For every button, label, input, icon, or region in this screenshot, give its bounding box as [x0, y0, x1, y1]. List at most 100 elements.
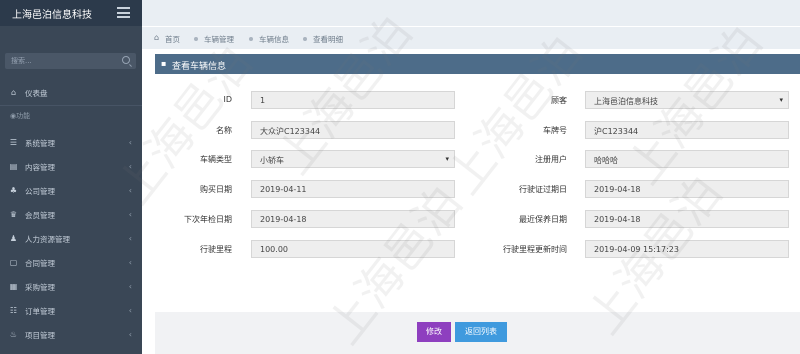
field-value: 上海邑泊信息科技: [594, 97, 658, 106]
chevron-left-icon: ‹: [128, 282, 132, 291]
contract-icon: ▢: [9, 258, 18, 267]
sidebar-divider: [0, 105, 142, 106]
label-license-expiry: 行驶证过期日: [519, 185, 567, 194]
content-icon: ▤: [9, 162, 18, 171]
sidebar-item-label: 人力资源管理: [25, 235, 70, 244]
sidebar-item-label: 仪表盘: [25, 89, 48, 98]
breadcrumb-separator: [303, 37, 307, 41]
field-registered-user: 哈哈哈: [585, 150, 789, 168]
brand-title: 上海邑泊信息科技: [12, 10, 92, 21]
label-plate: 车牌号: [543, 126, 567, 135]
select-customer[interactable]: 上海邑泊信息科技 ▾: [585, 91, 789, 109]
sidebar-item-label: 内容管理: [25, 163, 55, 172]
label-customer: 顾客: [551, 96, 567, 105]
label-registered-user: 注册用户: [535, 155, 567, 164]
chevron-left-icon: ‹: [128, 210, 132, 219]
breadcrumb-separator: [249, 37, 253, 41]
label-next-inspection: 下次年检日期: [184, 215, 232, 224]
sidebar-search-input[interactable]: 搜索...: [5, 53, 136, 69]
breadcrumb-item-vehicle-info[interactable]: 车辆信息: [259, 34, 289, 45]
sidebar-item-project[interactable]: ♨ 项目管理 ‹: [0, 323, 142, 347]
sidebar-item-label: 公司管理: [25, 187, 55, 196]
breadcrumb-separator: [194, 37, 198, 41]
field-mileage-updated: 2019-04-09 15:17:23: [585, 240, 789, 258]
breadcrumb-item-vehicle-mgmt[interactable]: 车辆管理: [204, 34, 234, 45]
chevron-left-icon: ‹: [128, 258, 132, 267]
member-icon: ♛: [9, 210, 18, 219]
sidebar-item-label: 采购管理: [25, 283, 55, 292]
people-icon: ♟: [9, 234, 18, 243]
field-value: 2019-04-18: [594, 215, 641, 224]
home-icon: ⌂: [10, 88, 17, 97]
sidebar-item-label: 项目管理: [25, 331, 55, 340]
label-last-maintenance: 最近保养日期: [519, 215, 567, 224]
breadcrumb: ⌂ 首页 车辆管理 车辆信息 查看明细: [142, 27, 800, 49]
sidebar-item-purchase[interactable]: ▦ 采购管理 ‹: [0, 275, 142, 299]
chevron-left-icon: ‹: [128, 162, 132, 171]
sidebar-item-label: 合同管理: [25, 259, 55, 268]
sidebar-item-content[interactable]: ▤ 内容管理 ‹: [0, 155, 142, 179]
sidebar: 搜索... ⌂ 仪表盘 ◉功能 ☰ 系统管理 ‹ ▤ 内容管理 ‹ ♣ 公司管理…: [0, 26, 142, 354]
sidebar-item-member[interactable]: ♛ 会员管理 ‹: [0, 203, 142, 227]
chevron-left-icon: ‹: [128, 234, 132, 243]
project-icon: ♨: [9, 330, 18, 339]
chevron-down-icon: ▾: [779, 96, 783, 104]
label-id: ID: [223, 95, 232, 104]
field-purchase-date: 2019-04-11: [251, 180, 455, 198]
label-name: 名称: [216, 126, 232, 135]
breadcrumb-item-home[interactable]: 首页: [165, 34, 180, 45]
select-vehicle-type[interactable]: 小轿车 ▾: [251, 150, 455, 168]
panel-header: ▪ 查看车辆信息: [155, 54, 800, 74]
purchase-icon: ▦: [9, 282, 18, 291]
field-value: 沪C123344: [594, 127, 639, 136]
home-icon[interactable]: ⌂: [154, 34, 159, 42]
field-value: 1: [260, 96, 266, 105]
field-id: 1: [251, 91, 455, 109]
field-value: 2019-04-18: [260, 215, 307, 224]
field-value: 2019-04-09 15:17:23: [594, 245, 679, 254]
label-mileage: 行驶里程: [200, 245, 232, 254]
back-to-list-button[interactable]: 返回列表: [455, 322, 507, 342]
field-mileage: 100.00: [251, 240, 455, 258]
field-value: 2019-04-11: [260, 185, 307, 194]
field-name: 大众沪C123344: [251, 121, 455, 139]
sidebar-item-contract[interactable]: ▢ 合同管理 ‹: [0, 251, 142, 275]
sidebar-item-company[interactable]: ♣ 公司管理 ‹: [0, 179, 142, 203]
sidebar-item-label: 系统管理: [25, 139, 55, 148]
field-plate: 沪C123344: [585, 121, 789, 139]
chevron-left-icon: ‹: [128, 186, 132, 195]
edit-button[interactable]: 修改: [417, 322, 451, 342]
sidebar-section-label: ◉功能: [10, 112, 31, 120]
field-value: 100.00: [260, 245, 288, 254]
chevron-down-icon: ▾: [445, 155, 449, 163]
sidebar-item-order[interactable]: ☷ 订单管理 ‹: [0, 299, 142, 323]
field-license-expiry: 2019-04-18: [585, 180, 789, 198]
menu-toggle-icon[interactable]: [117, 7, 130, 18]
search-icon[interactable]: [122, 56, 130, 64]
company-icon: ♣: [9, 186, 18, 195]
panel-title: 查看车辆信息: [172, 62, 227, 72]
vehicle-icon: ▪: [161, 59, 167, 68]
breadcrumb-item-detail: 查看明细: [313, 35, 343, 44]
top-bar: 上海邑泊信息科技: [0, 0, 800, 26]
label-purchase-date: 购买日期: [200, 185, 232, 194]
sidebar-item-dashboard[interactable]: ⌂ 仪表盘: [0, 81, 142, 105]
order-icon: ☷: [9, 306, 18, 315]
chevron-left-icon: ‹: [128, 330, 132, 339]
sidebar-item-hr[interactable]: ♟ 人力资源管理 ‹: [0, 227, 142, 251]
field-value: 大众沪C123344: [260, 127, 321, 136]
label-vehicle-type: 车辆类型: [200, 155, 232, 164]
field-value: 哈哈哈: [594, 156, 618, 165]
chevron-left-icon: ‹: [128, 306, 132, 315]
field-value: 小轿车: [260, 156, 284, 165]
sidebar-item-label: 订单管理: [25, 307, 55, 316]
sidebar-item-system[interactable]: ☰ 系统管理 ‹: [0, 131, 142, 155]
top-bar-right: [142, 0, 800, 26]
sidebar-item-label: 会员管理: [25, 211, 55, 220]
chevron-left-icon: ‹: [128, 138, 132, 147]
field-value: 2019-04-18: [594, 185, 641, 194]
label-mileage-updated: 行驶里程更新时间: [503, 245, 567, 254]
search-placeholder: 搜索...: [11, 57, 32, 65]
system-icon: ☰: [9, 138, 18, 147]
field-last-maintenance: 2019-04-18: [585, 210, 789, 228]
